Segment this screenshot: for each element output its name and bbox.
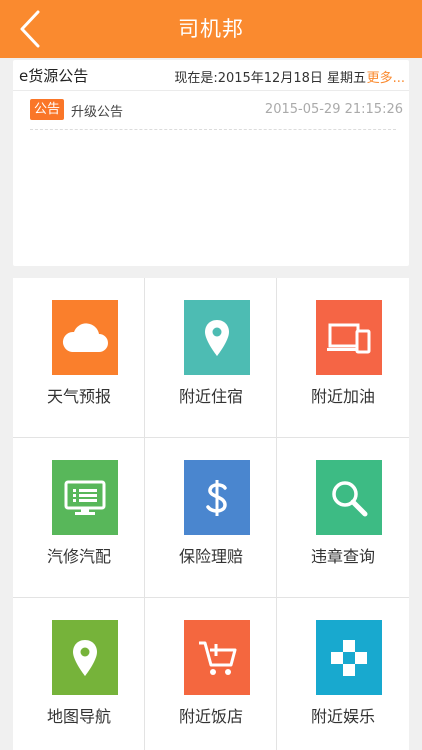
- grid-item-insurance[interactable]: 保险理赔: [145, 438, 277, 598]
- devices-icon: [327, 323, 371, 353]
- map-pin-icon: [73, 639, 97, 676]
- grid-item-label: 附近娱乐: [310, 707, 375, 726]
- cloud-icon: [62, 322, 108, 352]
- tile-violation: [316, 460, 382, 535]
- tile-repair: [52, 460, 118, 535]
- tile-weather: [52, 300, 118, 375]
- service-grid: 天气预报 附近住宿 附近加油 汽修汽配 保险理赔 违章查询 地图导航 附近饭店 …: [13, 278, 409, 750]
- grid-item-repair[interactable]: 汽修汽配: [13, 438, 145, 598]
- monitor-list-icon: [64, 480, 106, 515]
- cart-add-icon: [199, 641, 237, 675]
- notice-item-title: 升级公告: [71, 105, 124, 120]
- grid-item-label: 地图导航: [46, 707, 111, 726]
- tile-map: [52, 620, 118, 695]
- grid-item-label: 汽修汽配: [46, 547, 111, 566]
- grid-item-fuel[interactable]: 附近加油: [277, 278, 409, 438]
- grid-item-weather[interactable]: 天气预报: [13, 278, 145, 438]
- tile-fuel: [316, 300, 382, 375]
- notice-list-item[interactable]: 公告 升级公告 2015-05-29 21:15:26: [30, 97, 403, 130]
- grid-item-label: 附近加油: [310, 387, 375, 406]
- grid-item-label: 违章查询: [310, 547, 375, 566]
- notice-header: e货源公告 现在是:2015年12月18日 星期五 更多...: [13, 60, 409, 91]
- grid-item-map[interactable]: 地图导航: [13, 598, 145, 750]
- grid-item-restaurant[interactable]: 附近饭店: [145, 598, 277, 750]
- current-date: 现在是:2015年12月18日 星期五: [174, 71, 366, 86]
- grid-item-label: 附近住宿: [178, 387, 243, 406]
- grid-item-violation[interactable]: 违章查询: [277, 438, 409, 598]
- magnifier-icon: [332, 480, 368, 516]
- grid-item-entertainment[interactable]: 附近娱乐: [277, 598, 409, 750]
- notice-title: e货源公告: [19, 67, 89, 85]
- dollar-icon: [206, 479, 227, 516]
- tile-insurance: [184, 460, 250, 535]
- tile-restaurant: [184, 620, 250, 695]
- grid-item-label: 附近饭店: [178, 707, 243, 726]
- page-title: 司机邦: [178, 17, 244, 41]
- location-pin-icon: [205, 319, 229, 356]
- grid-item-label: 保险理赔: [178, 547, 243, 566]
- more-link[interactable]: 更多...: [367, 67, 405, 86]
- app-header: 司机邦: [0, 0, 422, 58]
- notice-item-time: 2015-05-29 21:15:26: [264, 102, 403, 117]
- notice-badge: 公告: [30, 99, 65, 120]
- grid-item-lodging[interactable]: 附近住宿: [145, 278, 277, 438]
- grid-item-label: 天气预报: [46, 387, 111, 406]
- gamepad-icon: [331, 639, 367, 676]
- notice-panel: e货源公告 现在是:2015年12月18日 星期五 更多... 公告 升级公告 …: [13, 60, 409, 266]
- tile-entertainment: [316, 620, 382, 695]
- tile-lodging: [184, 300, 250, 375]
